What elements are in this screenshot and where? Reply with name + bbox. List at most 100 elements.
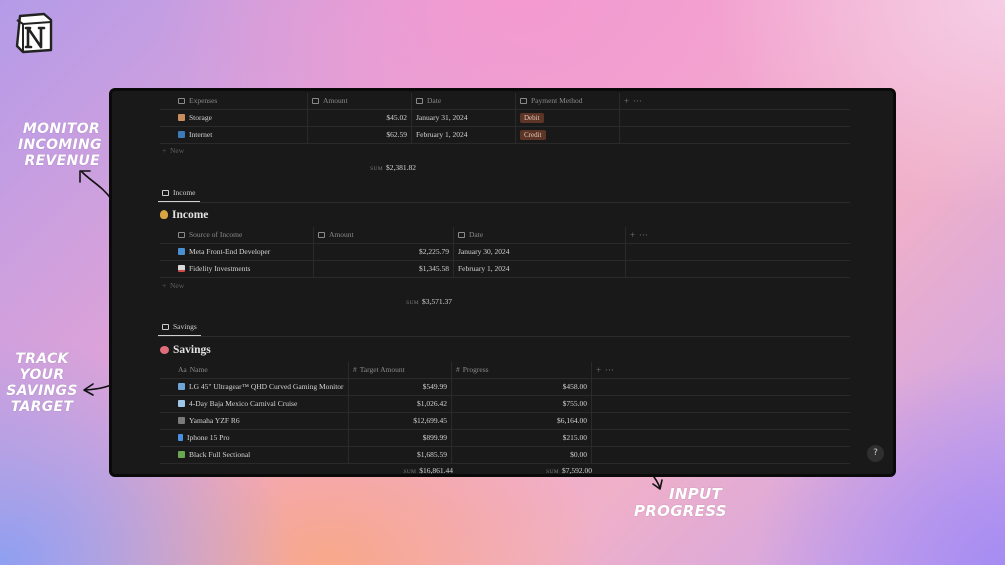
sum-label: SUM xyxy=(403,469,417,475)
chart-icon xyxy=(178,265,185,272)
arrow-monitor-head xyxy=(79,170,91,183)
column-header-target-amount[interactable]: # Target Amount xyxy=(349,362,452,378)
table-row[interactable]: Iphone 15 Pro $899.99 $215.00 xyxy=(160,430,850,447)
new-row-button[interactable]: + New xyxy=(162,146,184,155)
number-column-icon: # xyxy=(456,365,460,374)
date-cell[interactable]: January 30, 2024 xyxy=(454,244,626,260)
payment-method-cell[interactable]: Credit xyxy=(516,127,620,143)
callout-line: SAVINGS xyxy=(6,383,78,399)
progress-cell[interactable]: $755.00 xyxy=(452,396,592,412)
row-name-cell[interactable]: Black Full Sectional xyxy=(174,447,349,463)
column-header-label: Expenses xyxy=(189,96,218,105)
row-name-cell[interactable]: Storage xyxy=(174,110,308,126)
table-row[interactable]: 4-Day Baja Mexico Carnival Cruise $1,026… xyxy=(160,396,850,413)
row-name: Yamaha YZF R6 xyxy=(189,416,240,425)
amount-cell[interactable]: $1,345.58 xyxy=(314,261,454,277)
computer-icon xyxy=(178,248,185,255)
text-column-icon: Aa xyxy=(178,365,187,374)
piggy-bank-icon xyxy=(160,346,169,354)
money-column-icon xyxy=(318,232,325,238)
bank-icon xyxy=(178,232,185,238)
table-row[interactable]: Internet $62.59 February 1, 2024 Credit xyxy=(160,127,850,144)
row-name-cell[interactable]: Iphone 15 Pro xyxy=(174,430,349,446)
payment-method-cell[interactable]: Debit xyxy=(516,110,620,126)
target-amount-cell[interactable]: $899.99 xyxy=(349,430,452,446)
table-row[interactable]: LG 45" Ultragear™ QHD Curved Gaming Moni… xyxy=(160,379,850,396)
amount-cell[interactable]: $2,225.79 xyxy=(314,244,454,260)
tab-label: Savings xyxy=(173,322,197,331)
column-header-name[interactable]: Aa Name xyxy=(174,362,349,378)
tab-income[interactable]: Income xyxy=(158,188,200,203)
more-options-button[interactable]: ··· xyxy=(605,365,614,375)
progress-cell[interactable]: $458.00 xyxy=(452,379,592,395)
sum-value: $16,861.44 xyxy=(419,466,453,475)
amount-cell[interactable]: $62.59 xyxy=(308,127,412,143)
divider xyxy=(158,336,850,337)
callout-line: INPUT xyxy=(668,485,722,503)
couch-icon xyxy=(178,451,185,458)
calendar-icon xyxy=(458,232,465,238)
payment-tag: Debit xyxy=(520,113,544,123)
payment-tag: Credit xyxy=(520,130,546,140)
row-name-cell[interactable]: Yamaha YZF R6 xyxy=(174,413,349,429)
column-header-progress[interactable]: # Progress xyxy=(452,362,592,378)
column-header-amount[interactable]: Amount xyxy=(314,227,454,243)
callout-line: TARGET xyxy=(10,399,74,415)
row-name-cell[interactable]: LG 45" Ultragear™ QHD Curved Gaming Moni… xyxy=(174,379,349,395)
storage-icon xyxy=(178,114,185,121)
table-row[interactable]: Black Full Sectional $1,685.59 $0.00 xyxy=(160,447,850,464)
monitor-icon xyxy=(178,383,185,390)
add-column-button[interactable]: + xyxy=(596,365,601,375)
help-button[interactable]: ? xyxy=(867,445,884,462)
date-cell[interactable]: January 31, 2024 xyxy=(412,110,516,126)
table-row[interactable]: Fidelity Investments $1,345.58 February … xyxy=(160,261,850,278)
target-amount-cell[interactable]: $1,026.42 xyxy=(349,396,452,412)
target-amount-cell[interactable]: $549.99 xyxy=(349,379,452,395)
date-cell[interactable]: February 1, 2024 xyxy=(412,127,516,143)
add-column-button[interactable]: + xyxy=(624,96,629,106)
database-title: Savings xyxy=(173,344,211,356)
number-column-icon: # xyxy=(353,365,357,374)
date-cell[interactable]: February 1, 2024 xyxy=(454,261,626,277)
amount-cell[interactable]: $45.02 xyxy=(308,110,412,126)
income-title[interactable]: Income xyxy=(160,209,208,221)
more-options-button[interactable]: ··· xyxy=(633,96,642,106)
income-header-row: Source of Income Amount Date + ··· xyxy=(160,227,850,244)
table-row[interactable]: Meta Front-End Developer $2,225.79 Janua… xyxy=(160,244,850,261)
add-column-button[interactable]: + xyxy=(630,230,635,240)
table-row[interactable]: Yamaha YZF R6 $12,699.45 $6,164.00 xyxy=(160,413,850,430)
savings-target-sum: SUM $16,861.44 xyxy=(349,466,453,475)
callout-track-savings: TRACK YOUR SAVINGS TARGET xyxy=(6,351,78,415)
notion-window: Expenses Amount Date Payment Method + ··… xyxy=(109,88,896,477)
tab-savings[interactable]: Savings xyxy=(158,322,201,337)
savings-title[interactable]: Savings xyxy=(160,344,211,356)
column-header-label: Source of Income xyxy=(189,230,243,239)
row-name-cell[interactable]: Meta Front-End Developer xyxy=(174,244,314,260)
arrow-track-head xyxy=(83,383,94,396)
target-amount-cell[interactable]: $12,699.45 xyxy=(349,413,452,429)
callout-line: TRACK xyxy=(15,351,69,367)
callout-line: PROGRESS xyxy=(634,502,727,520)
target-amount-cell[interactable]: $1,685.59 xyxy=(349,447,452,463)
progress-cell[interactable]: $6,164.00 xyxy=(452,413,592,429)
table-row[interactable]: Storage $45.02 January 31, 2024 Debit xyxy=(160,110,850,127)
column-header-date[interactable]: Date xyxy=(412,93,516,109)
row-name-cell[interactable]: Internet xyxy=(174,127,308,143)
new-row-button[interactable]: + New xyxy=(162,281,184,290)
column-header-expenses[interactable]: Expenses xyxy=(174,93,308,109)
more-options-button[interactable]: ··· xyxy=(639,230,648,240)
column-header-source[interactable]: Source of Income xyxy=(174,227,314,243)
column-header-label: Date xyxy=(469,230,484,239)
column-header-amount[interactable]: Amount xyxy=(308,93,412,109)
tab-label: Income xyxy=(173,188,196,197)
column-header-payment-method[interactable]: Payment Method xyxy=(516,93,620,109)
row-name: Fidelity Investments xyxy=(189,264,251,273)
row-name-cell[interactable]: 4-Day Baja Mexico Carnival Cruise xyxy=(174,396,349,412)
sum-label: SUM xyxy=(546,469,559,475)
phone-icon xyxy=(178,434,183,441)
progress-cell[interactable]: $215.00 xyxy=(452,430,592,446)
progress-cell[interactable]: $0.00 xyxy=(452,447,592,463)
column-header-date[interactable]: Date xyxy=(454,227,626,243)
savings-header-row: Aa Name # Target Amount # Progress + ··· xyxy=(160,362,850,379)
row-name-cell[interactable]: Fidelity Investments xyxy=(174,261,314,277)
